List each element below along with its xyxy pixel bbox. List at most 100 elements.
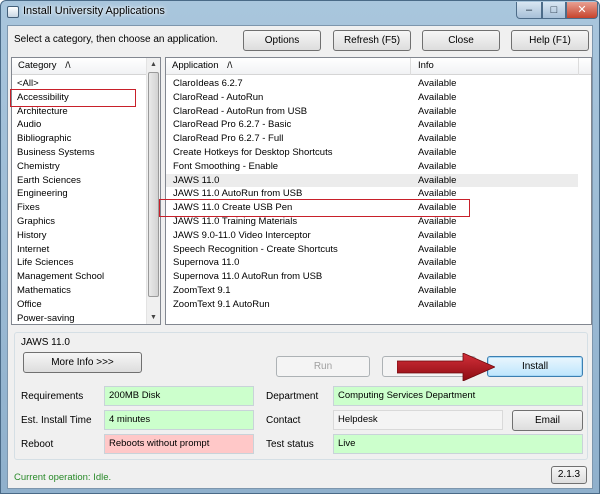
scroll-down-icon[interactable]: ▼ xyxy=(147,311,160,324)
scroll-up-icon[interactable]: ▲ xyxy=(147,58,160,71)
department-value: Computing Services Department xyxy=(333,386,583,406)
category-header-label: Category xyxy=(18,60,57,71)
application-info: Available xyxy=(418,243,457,255)
application-row[interactable]: Supernova 11.0 AutoRun from USB Available xyxy=(166,270,578,284)
application-name: JAWS 11.0 Training Materials xyxy=(173,216,298,227)
application-row[interactable]: Create Hotkeys for Desktop Shortcuts Avai… xyxy=(166,146,578,160)
application-name: ZoomText 9.1 xyxy=(173,285,231,296)
application-row[interactable]: Font Smoothing - Enable Available xyxy=(166,160,578,174)
application-info: Available xyxy=(418,188,457,200)
category-item[interactable]: Life Sciences xyxy=(12,256,146,270)
category-item-label: Fixes xyxy=(17,202,40,214)
email-button[interactable]: Email xyxy=(512,410,583,431)
application-row[interactable]: JAWS 11.0 Create USB Pen Available xyxy=(166,201,578,215)
application-column-header[interactable]: Application xyxy=(172,60,218,71)
category-item[interactable]: Office xyxy=(12,298,146,312)
reboot-label: Reboot xyxy=(21,439,54,450)
application-row[interactable]: ClaroRead Pro 6.2.7 - Full Available xyxy=(166,132,578,146)
category-item-label: Office xyxy=(17,298,42,310)
category-item-label: <All> xyxy=(17,78,39,89)
options-button[interactable]: Options xyxy=(243,30,321,51)
application-info: Available xyxy=(418,202,457,214)
application-name: JAWS 11.0 xyxy=(173,174,220,186)
application-info: Available xyxy=(418,229,457,241)
category-item[interactable]: Internet xyxy=(12,243,146,257)
version-label: 2.1.3 xyxy=(551,466,587,484)
scrollbar-thumb[interactable] xyxy=(148,72,159,297)
info-column-header[interactable]: Info xyxy=(418,58,434,74)
category-column-header[interactable]: Category /\ xyxy=(12,58,148,75)
category-item[interactable]: Earth Sciences xyxy=(12,174,146,188)
application-info: Available xyxy=(418,78,457,89)
application-list[interactable]: Application /\ Info ClaroIdeas 6.2.7 Avai… xyxy=(165,57,592,325)
category-item-label: Management School xyxy=(17,271,105,283)
application-row[interactable]: ClaroRead Pro 6.2.7 - Basic Available xyxy=(166,118,578,132)
title-bar[interactable]: Install University Applications – □ ✕ xyxy=(1,1,599,25)
category-item-label: Business Systems xyxy=(17,147,95,158)
category-item[interactable]: Mathematics xyxy=(12,284,146,298)
requirements-value: 200MB Disk xyxy=(104,386,254,406)
category-item[interactable]: Architecture xyxy=(12,105,146,119)
run-button[interactable]: Run xyxy=(276,356,370,377)
instruction-text: Select a category, then choose an applic… xyxy=(14,34,218,45)
category-item[interactable]: Business Systems xyxy=(12,146,146,160)
application-row[interactable]: JAWS 9.0-11.0 Video Interceptor Available xyxy=(166,229,578,243)
application-row[interactable]: JAWS 11.0 Available xyxy=(166,173,578,188)
test-status-value: Live xyxy=(333,434,583,454)
application-name: ClaroIdeas 6.2.7 xyxy=(173,78,243,89)
application-row[interactable]: JAWS 11.0 AutoRun from USB Available xyxy=(166,187,578,201)
application-info: Available xyxy=(418,271,457,283)
category-item[interactable]: Management School xyxy=(12,270,146,284)
install-button[interactable]: Install xyxy=(487,356,583,377)
application-name: Create Hotkeys for Desktop Shortcuts xyxy=(173,147,333,158)
category-list[interactable]: Category /\ <All> Accessibility Architectu… xyxy=(11,57,161,325)
application-info: Available xyxy=(418,216,457,227)
category-item-label: Engineering xyxy=(17,188,68,200)
selected-app-title: JAWS 11.0 xyxy=(21,337,70,348)
application-row[interactable]: Speech Recognition - Create Shortcuts Ava… xyxy=(166,243,578,257)
application-name: ClaroRead - AutoRun from USB xyxy=(173,105,308,117)
department-label: Department xyxy=(266,391,319,402)
application-info: Available xyxy=(418,160,457,172)
category-item[interactable]: Chemistry xyxy=(12,160,146,174)
category-item-label: Mathematics xyxy=(17,285,71,296)
category-item[interactable]: History xyxy=(12,229,146,243)
category-item[interactable]: Engineering xyxy=(12,187,146,201)
application-name: Supernova 11.0 AutoRun from USB xyxy=(173,271,323,283)
application-name: Supernova 11.0 xyxy=(173,257,240,269)
application-row[interactable]: ZoomText 9.1 Available xyxy=(166,284,578,298)
more-info-button[interactable]: More Info >>> xyxy=(23,352,142,373)
application-info: Available xyxy=(418,91,457,103)
close-button[interactable]: Close xyxy=(422,30,500,51)
category-item[interactable]: Bibliographic xyxy=(12,132,146,146)
column-separator xyxy=(578,58,579,75)
application-row[interactable]: Supernova 11.0 Available xyxy=(166,256,578,270)
refresh-button[interactable]: Refresh (F5) xyxy=(333,30,411,51)
category-item-label: Power-saving xyxy=(17,312,75,324)
help-button[interactable]: Help (F1) xyxy=(511,30,589,51)
category-item-label: Internet xyxy=(17,243,50,255)
test-status-label: Test status xyxy=(266,439,314,450)
category-item-label: Audio xyxy=(17,119,42,131)
application-info: Available xyxy=(418,285,457,296)
category-item[interactable]: Accessibility xyxy=(12,91,146,105)
close-window-button[interactable]: ✕ xyxy=(566,2,598,19)
category-item[interactable]: Fixes xyxy=(12,201,146,215)
maximize-button[interactable]: □ xyxy=(542,2,566,19)
minimize-button[interactable]: – xyxy=(516,2,542,19)
application-row[interactable]: ClaroRead - AutoRun from USB Available xyxy=(166,105,578,119)
category-item[interactable]: <All> xyxy=(12,77,146,91)
category-item[interactable]: Power-saving xyxy=(12,312,146,324)
status-text: Current operation: Idle. xyxy=(14,472,112,483)
application-row[interactable]: ClaroIdeas 6.2.7 Available xyxy=(166,77,578,91)
application-info: Available xyxy=(418,133,457,145)
category-item[interactable]: Graphics xyxy=(12,215,146,229)
category-scrollbar[interactable]: ▲ ▼ xyxy=(146,58,160,324)
contact-label: Contact xyxy=(266,415,301,426)
contact-value: Helpdesk xyxy=(333,410,503,430)
category-item[interactable]: Audio xyxy=(12,118,146,132)
application-row[interactable]: JAWS 11.0 Training Materials Available xyxy=(166,215,578,229)
application-row[interactable]: ClaroRead - AutoRun Available xyxy=(166,91,578,105)
application-row[interactable]: ZoomText 9.1 AutoRun Available xyxy=(166,298,578,312)
application-name: JAWS 9.0-11.0 Video Interceptor xyxy=(173,229,311,241)
